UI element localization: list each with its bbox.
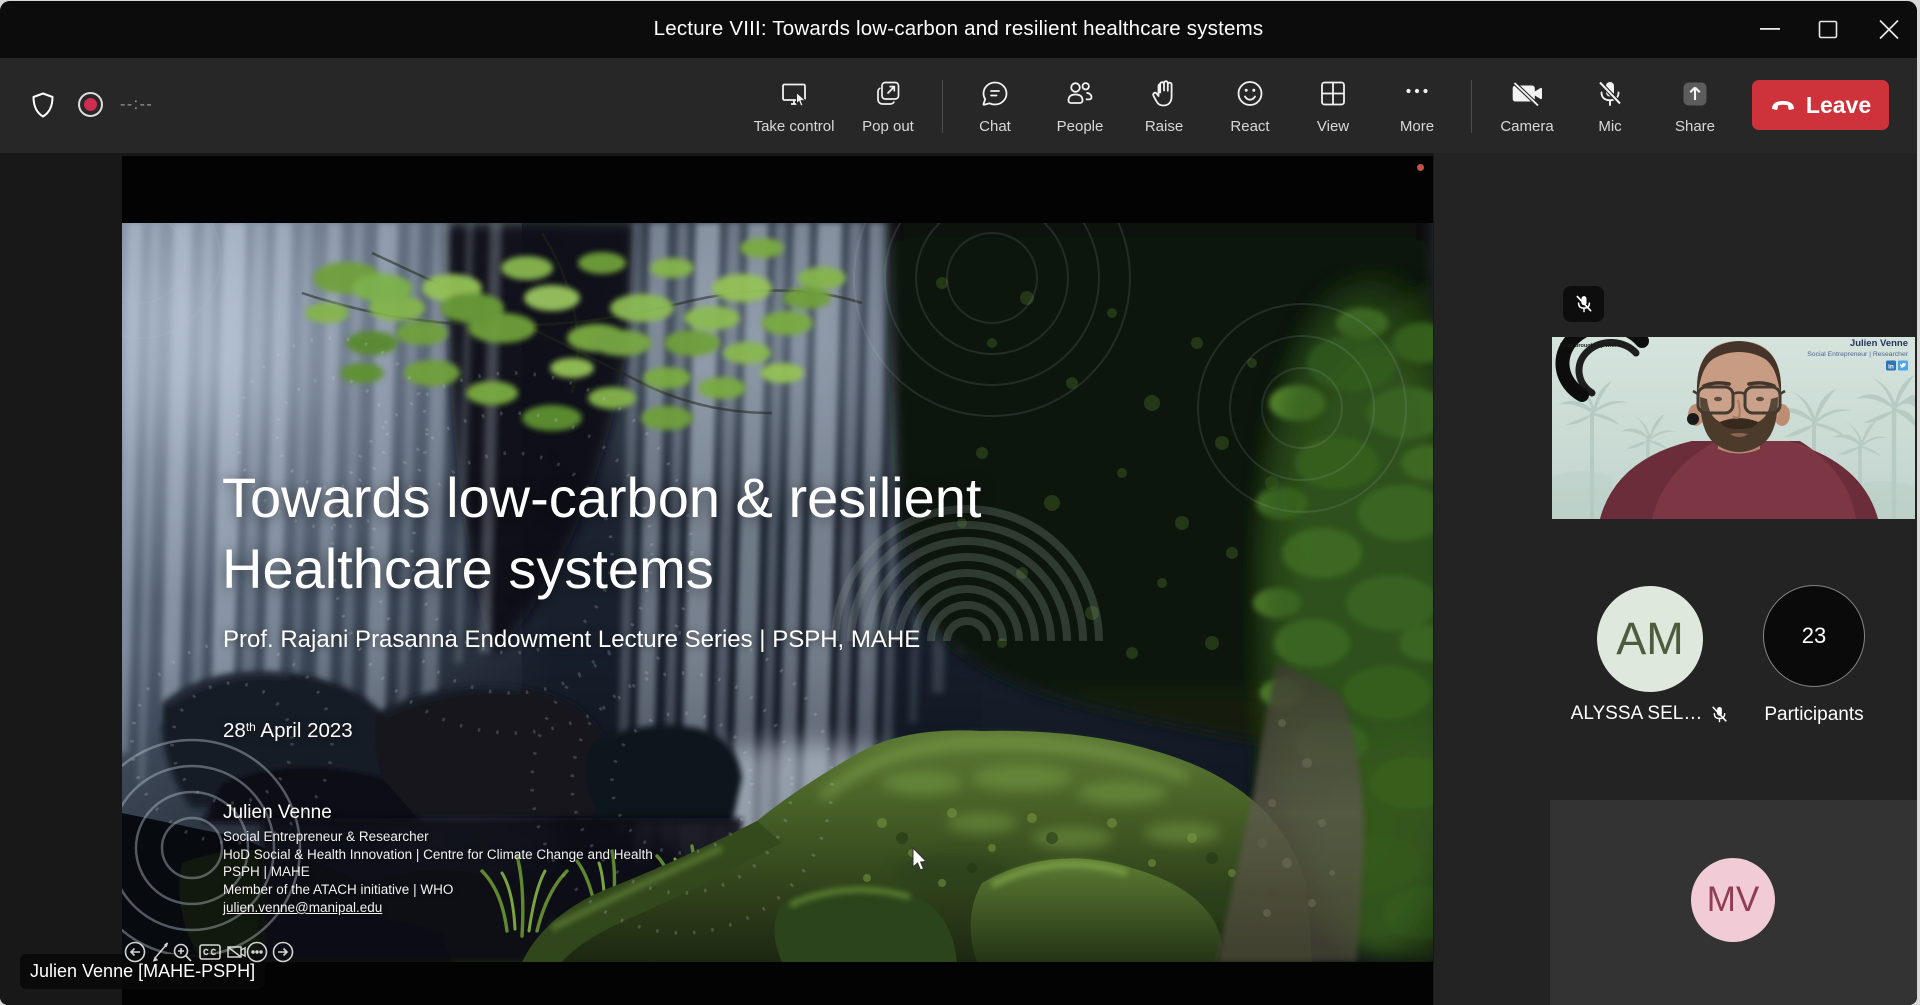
svg-text:I was brought up with art: I was brought up with art bbox=[1560, 343, 1625, 349]
svg-text:Social Entrepreneur | Research: Social Entrepreneur | Researcher bbox=[1807, 351, 1908, 358]
svg-text:Julien Venne: Julien Venne bbox=[1850, 338, 1908, 349]
svg-text:in: in bbox=[1888, 364, 1894, 371]
